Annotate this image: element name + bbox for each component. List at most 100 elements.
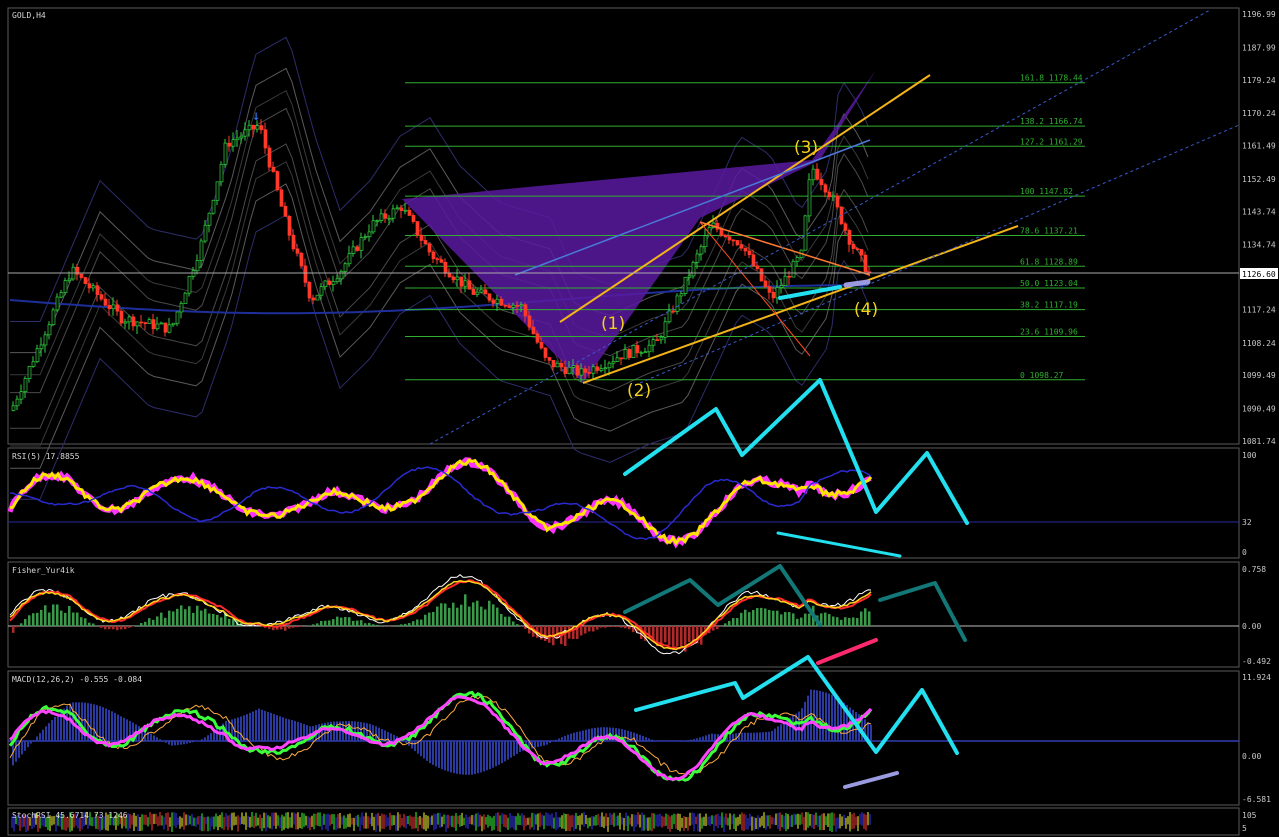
macd-histogram-bar [168, 741, 170, 745]
macd-histogram-bar [204, 737, 206, 741]
candle-body [47, 324, 52, 336]
macd-histogram-bar [261, 709, 263, 741]
fib-level-label: 50.0 1123.04 [1020, 279, 1078, 288]
candle-body [135, 321, 140, 327]
candle-body [647, 344, 652, 353]
candle-body [807, 179, 812, 217]
fisher-histogram-bar [496, 607, 499, 626]
macd-histogram-bar [429, 741, 431, 764]
fisher-histogram-bar [600, 626, 603, 628]
fisher-histogram-bar [424, 614, 427, 626]
candle-body [619, 357, 624, 360]
candle-body [847, 230, 852, 245]
candle-body [511, 304, 516, 308]
candle-body [775, 287, 780, 299]
rsi-axis-100: 100 [1242, 451, 1257, 460]
macd-histogram-bar [210, 733, 212, 741]
candle-body [515, 304, 520, 307]
fisher-histogram-bar [448, 607, 451, 626]
candle-body [695, 253, 700, 263]
fisher-histogram-bar [796, 618, 799, 626]
macd-histogram-bar [480, 741, 482, 773]
price-axis-label: 1170.24 [1242, 109, 1276, 118]
candle-body [375, 220, 380, 222]
wave-label-1: (1) [601, 314, 625, 334]
macd-histogram-bar [747, 732, 749, 741]
candle-body [27, 366, 32, 379]
fisher-histogram-bar [840, 619, 843, 626]
fisher-histogram-bar [396, 625, 399, 626]
macd-histogram-bar [150, 733, 152, 741]
candle-body [175, 311, 180, 324]
macd-histogram-bar [465, 741, 467, 775]
macd-histogram-bar [588, 728, 590, 741]
macd-histogram-bar [771, 730, 773, 741]
fisher-histogram-bar [164, 617, 167, 626]
fib-level-label: 161.8 1178.44 [1020, 74, 1083, 83]
rsi-panel-title: RSI(5) 17.8855 [12, 452, 80, 461]
fisher-histogram-bar [596, 626, 599, 630]
candle-body [735, 240, 740, 246]
fisher-histogram-bar [300, 626, 303, 627]
arrow-macd-lavender [843, 771, 899, 789]
fisher-histogram-bar [76, 612, 79, 626]
price-axis-label: 1187.99 [1242, 43, 1276, 52]
candle-body [627, 349, 632, 358]
fisher-histogram-bar [340, 617, 343, 626]
macd-histogram-bar [483, 741, 485, 772]
macd-histogram-bar [648, 738, 650, 741]
candle-body [399, 207, 404, 211]
candle-body [215, 181, 220, 201]
fisher-histogram-bar [756, 608, 759, 626]
macd-histogram-bar [21, 741, 23, 755]
fisher-histogram-bar [612, 626, 615, 627]
macd-histogram-bar [543, 741, 545, 746]
macd-histogram-bar [435, 741, 437, 767]
candle-body [539, 341, 544, 349]
candle-body [111, 304, 116, 310]
macd-histogram-bar [51, 719, 53, 741]
macd-histogram-bar [192, 741, 194, 743]
candle-body [471, 288, 476, 295]
fisher-histogram-bar [460, 604, 463, 626]
price-axis-label: 1152.49 [1242, 175, 1276, 184]
price-candles: ↓ [11, 108, 872, 412]
macd-histogram-bar [279, 716, 281, 741]
macd-histogram-bar [441, 741, 443, 770]
fisher-histogram-bar [668, 626, 671, 646]
candle-body [123, 321, 128, 324]
candle-body [35, 348, 40, 363]
macd-histogram-bar [354, 721, 356, 741]
candle-body [479, 289, 484, 293]
candle-body [211, 199, 216, 214]
fisher-histogram-bar [688, 626, 691, 642]
fisher-histogram-bar [744, 609, 747, 626]
candle-body [727, 236, 732, 241]
fisher-histogram-bar [148, 618, 151, 626]
fisher-histogram-bar [92, 623, 95, 626]
candle-body [787, 275, 792, 278]
fisher-panel-title: Fisher_Yur4ik [12, 566, 75, 575]
candle-body [791, 260, 796, 278]
macd-histogram-bar [288, 719, 290, 741]
fisher-histogram-bar [356, 620, 359, 626]
candle-body [635, 345, 640, 354]
fisher-histogram-bar [52, 604, 55, 626]
macd-histogram-bar [699, 737, 701, 741]
candle-body [583, 368, 588, 373]
candle-body [331, 281, 336, 285]
fisher-histogram-bar [176, 608, 179, 626]
candle-body [163, 322, 168, 333]
chart-canvas[interactable]: 161.8 1178.44 138.2 1166.74 127.2 1161.29 1… [0, 0, 1279, 837]
macd-histogram-bar [810, 689, 812, 741]
candle-body [439, 259, 444, 263]
fisher-histogram-bar [516, 624, 519, 626]
arrow-fisher-forecast [878, 581, 967, 642]
macd-histogram-bar [114, 712, 116, 741]
fisher-histogram-bar [584, 626, 587, 634]
candle-body [751, 254, 756, 267]
fisher-histogram-bar [476, 600, 479, 626]
candle-body [495, 298, 500, 304]
fisher-histogram-bar [716, 626, 719, 630]
fisher-histogram-bar [456, 607, 459, 626]
